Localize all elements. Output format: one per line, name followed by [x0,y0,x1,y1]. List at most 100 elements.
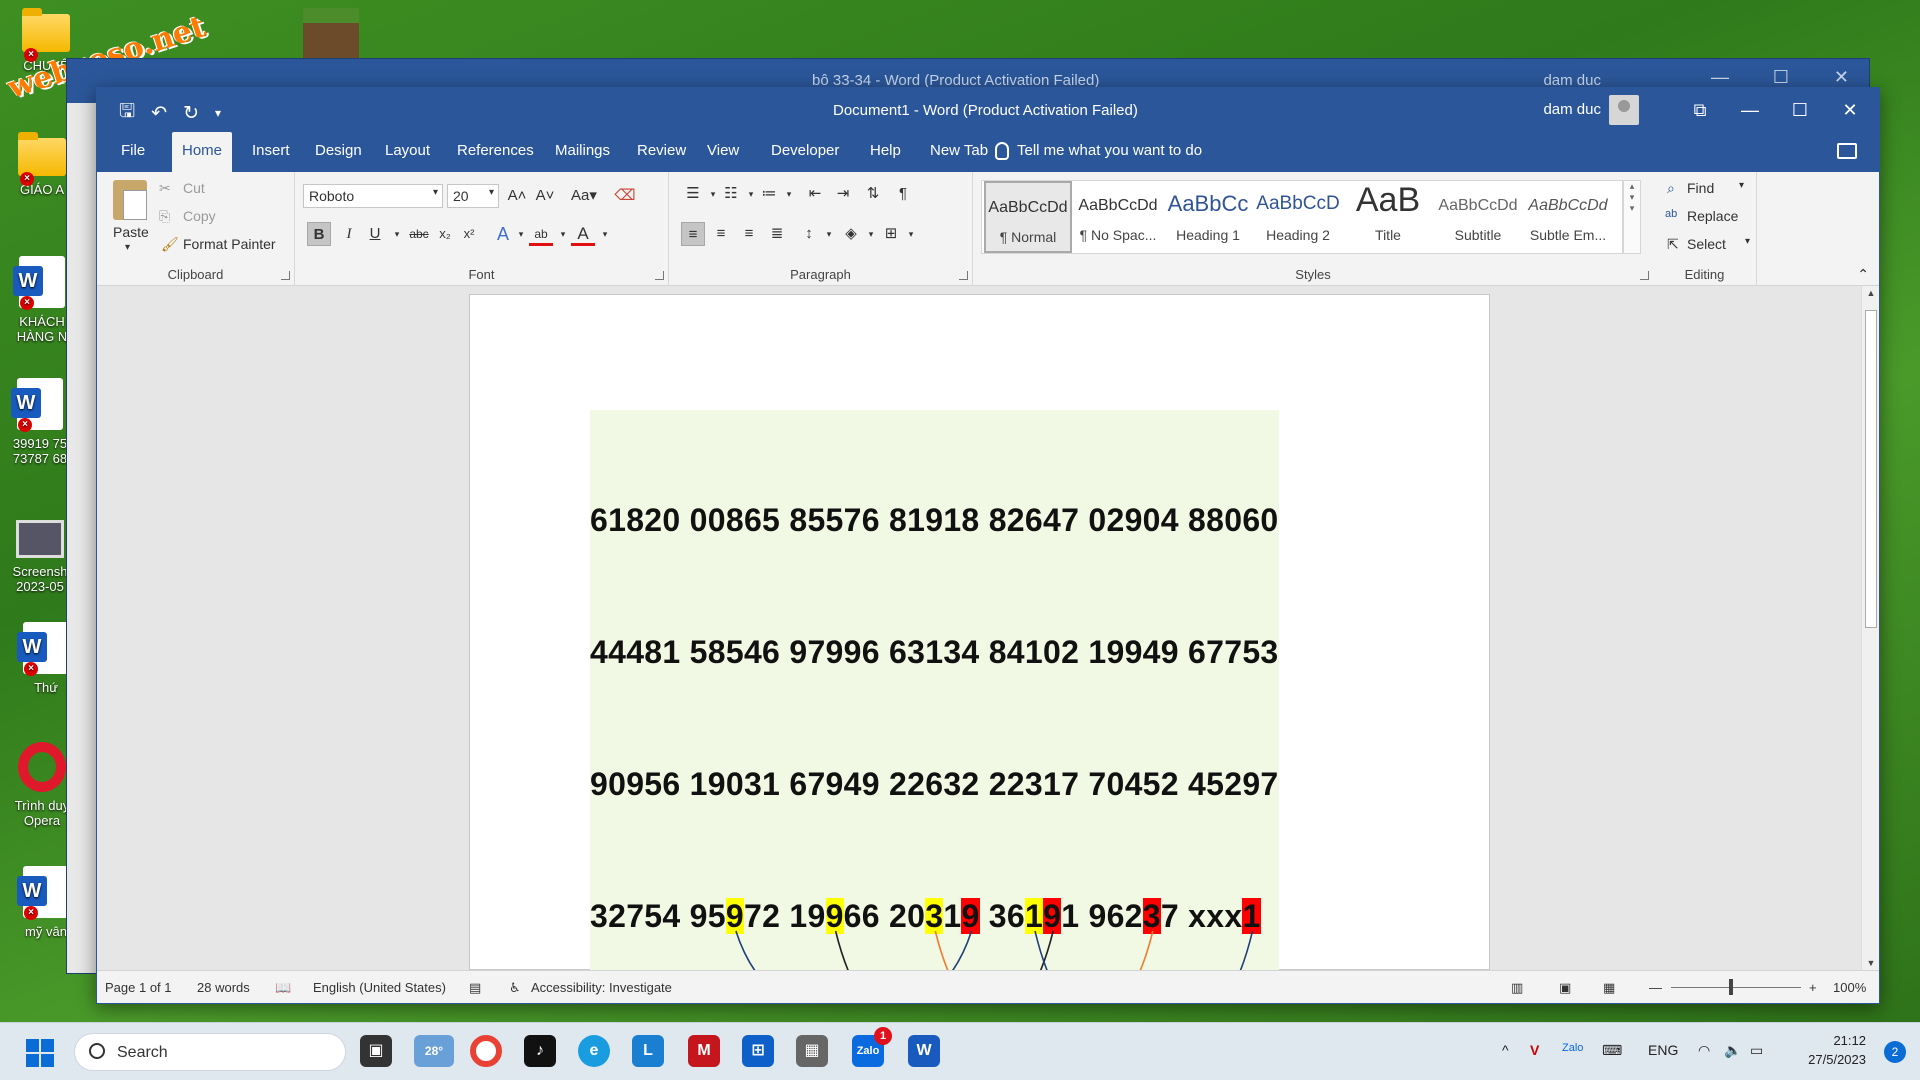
save-icon[interactable]: 🖫 [119,97,135,129]
paste-button[interactable]: Paste [113,224,149,240]
taskbar-search[interactable]: Search [74,1033,346,1071]
find-dropdown-icon[interactable]: ▾ [1739,180,1744,191]
scrollbar-thumb[interactable] [1865,310,1877,628]
close-icon[interactable]: ✕ [1821,88,1879,132]
print-layout-icon[interactable]: ▣ [1559,980,1571,996]
tiktok-icon[interactable]: ♪ [524,1035,556,1067]
tab-review[interactable]: Review [627,132,696,172]
find-button[interactable]: Find [1687,180,1714,196]
zalo-tray-icon[interactable]: Zalo [1562,1042,1583,1054]
tell-me-search[interactable]: Tell me what you want to do [1017,132,1202,170]
align-left-icon[interactable]: ≡ [681,222,705,246]
style-subtitle[interactable]: AaBbCcDd Subtitle [1434,181,1522,253]
weather-widget[interactable]: 28° [414,1035,454,1067]
language[interactable]: English (United States) [313,980,446,995]
style-title[interactable]: AaB Title [1344,181,1432,253]
align-right-icon[interactable]: ≡ [737,222,761,246]
format-painter-button[interactable]: Format Painter [183,236,276,252]
minimize-icon[interactable]: — [1711,67,1729,88]
mcafee-icon[interactable]: M [688,1035,720,1067]
cut-button[interactable]: Cut [183,180,205,196]
subscript-icon[interactable]: x₂ [433,222,457,246]
tab-references[interactable]: References [447,132,544,172]
show-hidden-icons-icon[interactable]: ^ [1502,1042,1509,1058]
bold-icon[interactable]: B [307,222,331,246]
tab-developer[interactable]: Developer [761,132,849,172]
zoom-out-icon[interactable]: — [1649,980,1662,995]
page-count[interactable]: Page 1 of 1 [105,980,172,995]
style-no-spacing[interactable]: AaBbCcDd ¶ No Spac... [1074,181,1162,253]
italic-icon[interactable]: I [337,222,361,246]
input-language[interactable]: ENG [1648,1042,1678,1058]
tab-design[interactable]: Design [305,132,372,172]
word-window[interactable]: 🖫 ↶ ↻ ▾ Document1 - Word (Product Activa… [96,87,1880,1004]
font-color-icon[interactable]: A [571,222,595,246]
keyboard-icon[interactable]: ⌨ [1602,1042,1622,1059]
zalo-icon[interactable]: Zalo 1 [852,1027,892,1067]
comments-icon[interactable] [1837,143,1857,159]
maximize-icon[interactable]: ☐ [1773,67,1789,88]
style-heading-2[interactable]: AaBbCcD Heading 2 [1254,181,1342,253]
user-name[interactable]: dam duc [1543,101,1601,118]
scroll-up-icon[interactable]: ▲ [1862,288,1879,298]
sort-icon[interactable]: ⇅ [861,182,885,206]
macro-icon[interactable]: ▤ [469,980,481,996]
document-page[interactable]: 61820 00865 85576 81918 82647 02904 8806… [469,294,1490,1003]
zoom-in-icon[interactable]: + [1809,980,1817,995]
scroll-down-icon[interactable]: ▼ [1862,958,1879,968]
dialog-launcher-icon[interactable] [281,271,290,280]
read-mode-icon[interactable]: ▥ [1511,980,1523,996]
dialog-launcher-icon[interactable] [655,271,664,280]
strikethrough-icon[interactable]: abc [407,222,431,246]
zoom-slider[interactable] [1671,987,1801,988]
font-family-select[interactable]: Roboto ▾ [303,184,443,208]
font-color-dropdown-icon[interactable]: ▾ [593,222,617,246]
word-taskbar-icon[interactable]: W [908,1035,940,1067]
document-text[interactable]: 61820 00865 85576 81918 82647 02904 8806… [590,410,1279,1003]
increase-indent-icon[interactable]: ⇥ [831,182,855,206]
word-count[interactable]: 28 words [197,980,250,995]
volume-icon[interactable]: 🔈 [1724,1042,1741,1059]
notification-badge[interactable]: 2 [1884,1041,1906,1063]
decrease-indent-icon[interactable]: ⇤ [803,182,827,206]
battery-icon[interactable]: ▭ [1750,1042,1763,1059]
zoom-slider-thumb[interactable] [1729,979,1733,995]
tab-mailings[interactable]: Mailings [545,132,620,172]
font-size-select[interactable]: 20 ▾ [447,184,499,208]
change-case-icon[interactable]: Aa▾ [567,184,601,208]
align-center-icon[interactable]: ≡ [709,222,733,246]
tab-view[interactable]: View [697,132,749,172]
superscript-icon[interactable]: x² [457,222,481,246]
grow-font-icon[interactable]: A˄ [505,184,529,208]
clock[interactable]: 21:12 27/5/2023 [1808,1031,1866,1069]
windows-start-icon[interactable] [26,1039,54,1067]
tab-layout[interactable]: Layout [375,132,440,172]
line-spacing-dropdown-icon[interactable]: ▾ [817,222,841,246]
justify-icon[interactable]: ≣ [765,222,789,246]
accessibility-status[interactable]: Accessibility: Investigate [531,980,672,995]
clear-formatting-icon[interactable]: ⌫ [613,184,637,208]
edge-icon[interactable]: e [578,1035,610,1067]
undo-icon[interactable]: ↶ [151,102,167,125]
styles-more-icon[interactable]: ▴ ▾ ▾ [1623,180,1641,254]
multilevel-dropdown-icon[interactable]: ▾ [777,182,801,206]
borders-dropdown-icon[interactable]: ▾ [899,222,923,246]
avatar[interactable] [1609,95,1639,125]
customize-qat-icon[interactable]: ▾ [215,106,221,120]
paste-dropdown-icon[interactable]: ▾ [125,242,130,253]
copy-button[interactable]: Copy [183,208,216,224]
select-dropdown-icon[interactable]: ▾ [1745,236,1750,247]
tab-insert[interactable]: Insert [242,132,300,172]
highlight-color-icon[interactable]: ab [529,222,553,246]
underline-icon[interactable]: U [363,222,387,246]
collapse-ribbon-icon[interactable]: ⌃ [1857,266,1869,283]
zoom-level[interactable]: 100% [1833,980,1866,995]
tab-new-tab[interactable]: New Tab [920,132,998,172]
wifi-icon[interactable]: ◠ [1698,1042,1710,1059]
dialog-launcher-icon[interactable] [1640,271,1649,280]
tab-file[interactable]: File [111,132,155,172]
l-app-icon[interactable]: L [632,1035,664,1067]
chrome-icon[interactable] [470,1035,502,1067]
dialog-launcher-icon[interactable] [959,271,968,280]
select-button[interactable]: Select [1687,236,1726,252]
